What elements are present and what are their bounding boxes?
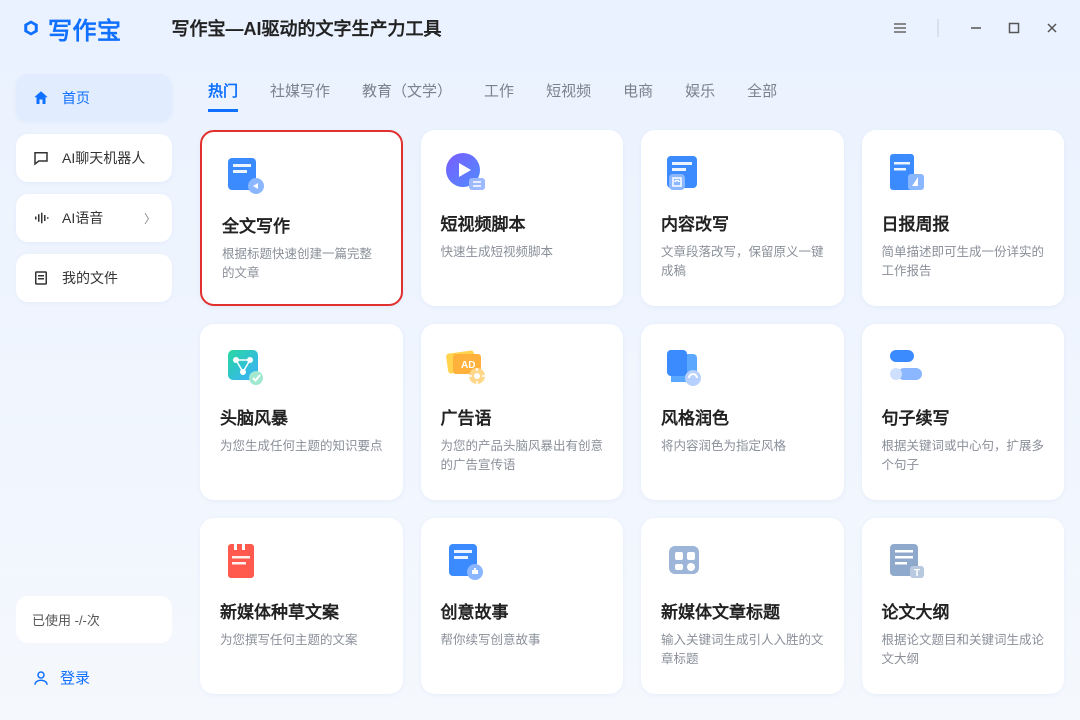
card-desc: 为您生成任何主题的知识要点 xyxy=(220,437,383,456)
sidebar-item-label: 我的文件 xyxy=(62,268,118,288)
card-desc: 帮你续写创意故事 xyxy=(441,631,604,650)
category-tabs: 热门社媒写作教育（文学） 工作短视频电商娱乐全部 xyxy=(194,56,1070,124)
svg-text:T: T xyxy=(914,568,920,579)
card-title: 论文大纲 xyxy=(882,598,1045,623)
brand: 写作宝 xyxy=(22,11,122,46)
user-icon xyxy=(32,669,50,687)
voice-icon xyxy=(32,209,50,227)
card-title: 全文写作 xyxy=(222,212,381,237)
card-icon xyxy=(661,148,709,196)
card-title: 风格润色 xyxy=(661,404,824,429)
card-title: 广告语 xyxy=(441,404,604,429)
tab-2[interactable]: 教育（文学） xyxy=(362,80,452,112)
card-icon xyxy=(222,150,270,198)
sidebar-item-label: AI聊天机器人 xyxy=(62,148,145,168)
card-icon xyxy=(661,342,709,390)
tab-7[interactable]: 全部 xyxy=(747,80,777,112)
card-icon: T xyxy=(882,536,930,584)
card-desc: 快速生成短视频脚本 xyxy=(441,243,604,262)
card-title: 短视频脚本 xyxy=(441,210,604,235)
card-icon xyxy=(441,536,489,584)
minimize-icon[interactable] xyxy=(966,18,986,38)
template-card-4[interactable]: 头脑风暴为您生成任何主题的知识要点 xyxy=(200,324,403,500)
tab-0[interactable]: 热门 xyxy=(208,80,238,112)
template-card-5[interactable]: AD 广告语为您的产品头脑风暴出有创意的广告宣传语 xyxy=(421,324,624,500)
template-card-7[interactable]: 句子续写根据关键词或中心句，扩展多个句子 xyxy=(862,324,1065,500)
template-card-1[interactable]: 短视频脚本快速生成短视频脚本 xyxy=(421,130,624,306)
titlebar: 写作宝 写作宝—AI驱动的文字生产力工具 xyxy=(0,0,1080,56)
template-card-0[interactable]: 全文写作根据标题快速创建一篇完整的文章 xyxy=(200,130,403,306)
template-card-10[interactable]: 新媒体文章标题输入关键词生成引人入胜的文章标题 xyxy=(641,518,844,694)
sidebar: 首页 AI聊天机器人 AI语音 〉我的文件 已使用 -/-次 登录 xyxy=(0,56,188,720)
card-title: 内容改写 xyxy=(661,210,824,235)
usage-counter: 已使用 -/-次 xyxy=(16,596,172,643)
card-icon: AD xyxy=(441,342,489,390)
card-title: 句子续写 xyxy=(882,404,1045,429)
template-card-8[interactable]: 新媒体种草文案为您撰写任何主题的文案 xyxy=(200,518,403,694)
template-grid: 全文写作根据标题快速创建一篇完整的文章短视频脚本快速生成短视频脚本内容改写文章段… xyxy=(200,130,1064,694)
divider xyxy=(928,18,948,38)
card-desc: 将内容润色为指定风格 xyxy=(661,437,824,456)
tab-4[interactable]: 短视频 xyxy=(546,80,591,112)
card-title: 新媒体种草文案 xyxy=(220,598,383,623)
card-icon xyxy=(661,536,709,584)
tab-5[interactable]: 电商 xyxy=(623,80,653,112)
card-desc: 输入关键词生成引人入胜的文章标题 xyxy=(661,631,824,670)
main-content: 热门社媒写作教育（文学） 工作短视频电商娱乐全部 全文写作根据标题快速创建一篇完整… xyxy=(188,56,1080,720)
card-desc: 根据标题快速创建一篇完整的文章 xyxy=(222,245,381,284)
card-desc: 简单描述即可生成一份详实的工作报告 xyxy=(882,243,1045,282)
sidebar-item-3[interactable]: 我的文件 xyxy=(16,254,172,302)
file-icon xyxy=(32,269,50,287)
login-label: 登录 xyxy=(60,667,90,688)
sidebar-item-1[interactable]: AI聊天机器人 xyxy=(16,134,172,182)
card-desc: 文章段落改写，保留原义一键成稿 xyxy=(661,243,824,282)
chevron-right-icon: 〉 xyxy=(144,210,156,227)
card-desc: 为您撰写任何主题的文案 xyxy=(220,631,383,650)
card-icon xyxy=(220,342,268,390)
template-card-2[interactable]: 内容改写文章段落改写，保留原义一键成稿 xyxy=(641,130,844,306)
card-desc: 根据关键词或中心句，扩展多个句子 xyxy=(882,437,1045,476)
login-button[interactable]: 登录 xyxy=(16,653,172,702)
card-icon xyxy=(441,148,489,196)
template-card-9[interactable]: 创意故事帮你续写创意故事 xyxy=(421,518,624,694)
menu-icon[interactable] xyxy=(890,18,910,38)
home-icon xyxy=(32,89,50,107)
card-title: 头脑风暴 xyxy=(220,404,383,429)
card-title: 新媒体文章标题 xyxy=(661,598,824,623)
sidebar-item-label: AI语音 xyxy=(62,208,103,228)
tab-1[interactable]: 社媒写作 xyxy=(270,80,330,112)
sidebar-item-label: 首页 xyxy=(62,88,90,108)
tab-3[interactable]: 工作 xyxy=(484,80,514,112)
template-card-6[interactable]: 风格润色将内容润色为指定风格 xyxy=(641,324,844,500)
sidebar-item-2[interactable]: AI语音 〉 xyxy=(16,194,172,242)
template-card-3[interactable]: 日报周报简单描述即可生成一份详实的工作报告 xyxy=(862,130,1065,306)
tab-6[interactable]: 娱乐 xyxy=(685,80,715,112)
window-controls xyxy=(890,18,1062,38)
card-desc: 根据论文题目和关键词生成论文大纲 xyxy=(882,631,1045,670)
sidebar-item-0[interactable]: 首页 xyxy=(16,74,172,122)
card-icon xyxy=(882,148,930,196)
page-title: 写作宝—AI驱动的文字生产力工具 xyxy=(172,15,442,41)
card-desc: 为您的产品头脑风暴出有创意的广告宣传语 xyxy=(441,437,604,476)
close-icon[interactable] xyxy=(1042,18,1062,38)
card-title: 创意故事 xyxy=(441,598,604,623)
maximize-icon[interactable] xyxy=(1004,18,1024,38)
template-card-11[interactable]: T 论文大纲根据论文题目和关键词生成论文大纲 xyxy=(862,518,1065,694)
brand-logo-icon xyxy=(22,19,40,37)
card-icon xyxy=(220,536,268,584)
card-icon xyxy=(882,342,930,390)
brand-name: 写作宝 xyxy=(48,11,122,46)
card-title: 日报周报 xyxy=(882,210,1045,235)
chat-icon xyxy=(32,149,50,167)
